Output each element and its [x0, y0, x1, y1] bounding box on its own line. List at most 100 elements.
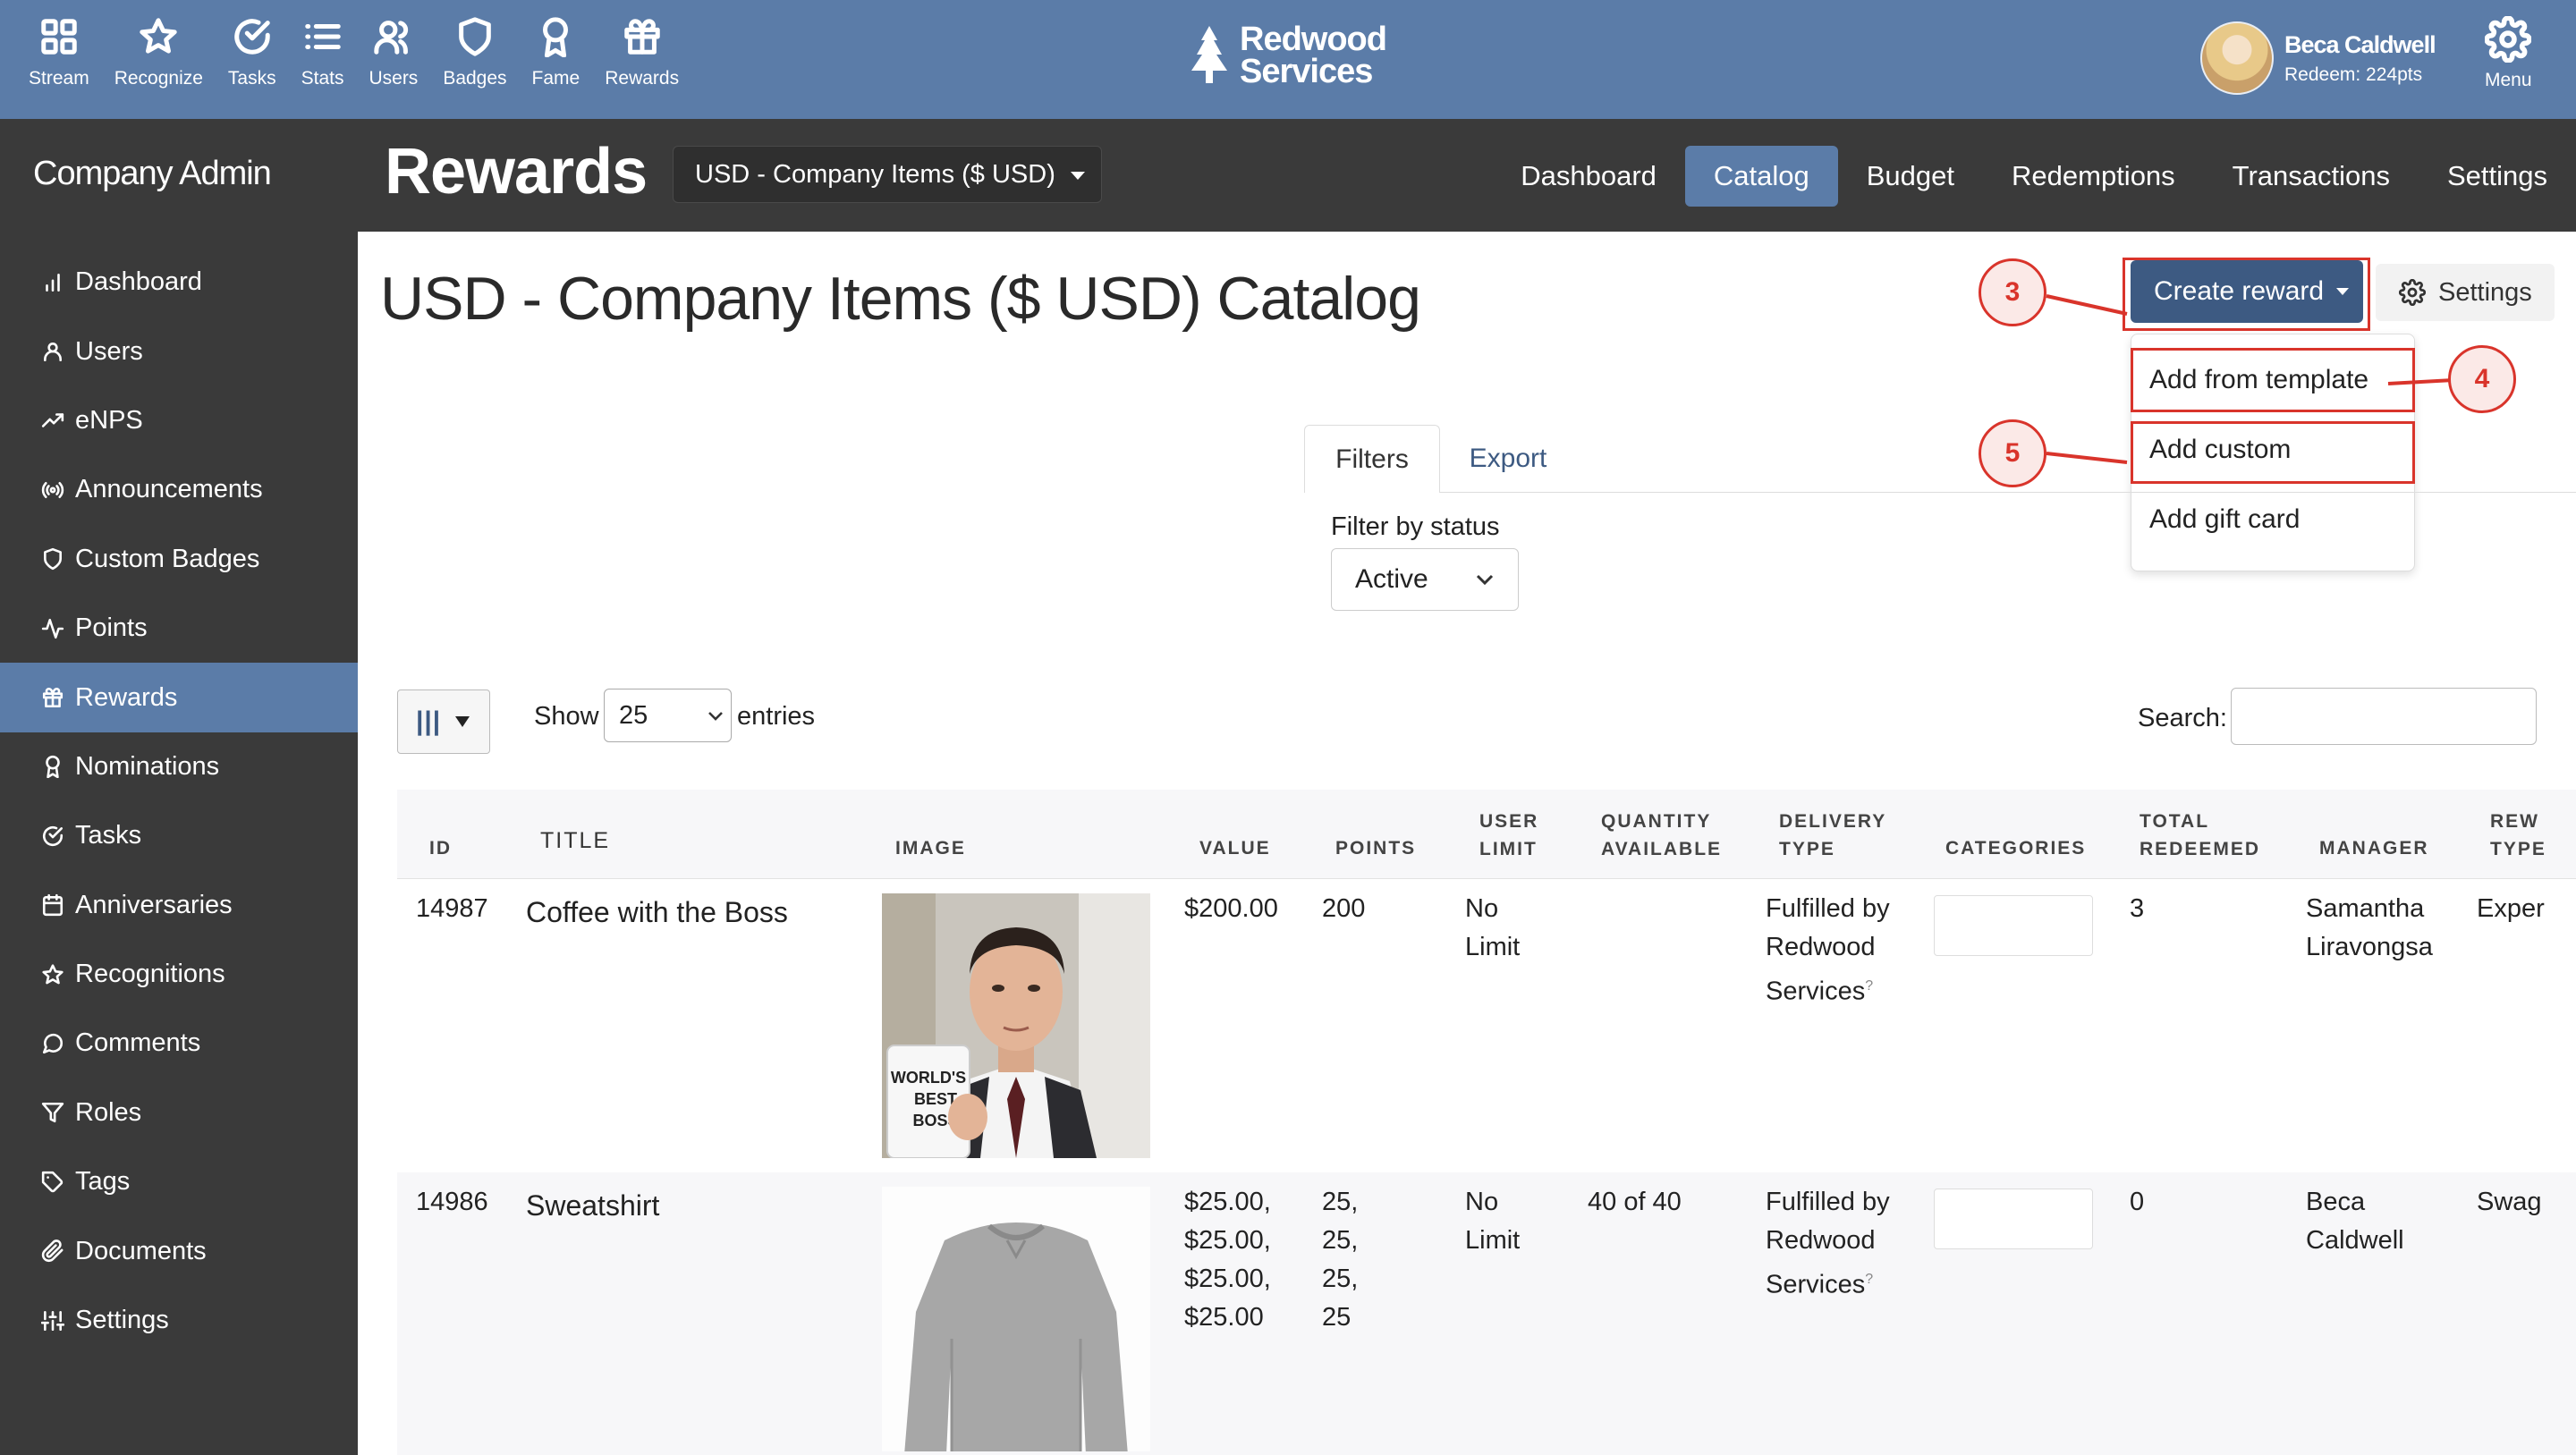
- col-header-title[interactable]: TITLE: [540, 827, 610, 855]
- tab-redemptions[interactable]: Redemptions: [1983, 146, 2204, 207]
- sidebar-list: Dashboard Users eNPS Announcements Custo…: [0, 248, 358, 1355]
- sidebar-item-comments[interactable]: Comments: [0, 1009, 358, 1078]
- topnav-label: Rewards: [605, 68, 680, 89]
- topnav-label: Tasks: [227, 68, 276, 89]
- col-header-delivery-type[interactable]: DELIVERY TYPE: [1779, 808, 1886, 863]
- topnav-fame[interactable]: Fame: [520, 16, 593, 106]
- sidebar-item-anniversaries[interactable]: Anniversaries: [0, 871, 358, 940]
- cell-total-redeemed: 3: [2130, 894, 2145, 923]
- tab-dashboard[interactable]: Dashboard: [1492, 146, 1685, 207]
- topnav-stream[interactable]: Stream: [16, 16, 102, 106]
- bar-chart-icon: [46, 273, 60, 292]
- tree-icon: [1191, 26, 1227, 83]
- sidebar-item-documents[interactable]: Documents: [0, 1216, 358, 1285]
- tab-export[interactable]: Export: [1440, 425, 1576, 493]
- brand-name-line2: Services: [1240, 53, 1373, 90]
- col-header-value[interactable]: VALUE: [1199, 834, 1271, 862]
- main-content: USD - Company Items ($ USD) Catalog Crea…: [358, 232, 2576, 1455]
- star-icon: [140, 18, 177, 54]
- search-input[interactable]: [2231, 688, 2537, 745]
- col-header-user-limit[interactable]: USER LIMIT: [1479, 808, 1538, 863]
- sidebar-item-announcements[interactable]: Announcements: [0, 455, 358, 524]
- menu-button[interactable]: Menu: [2485, 16, 2532, 91]
- sidebar-item-nominations[interactable]: Nominations: [0, 732, 358, 801]
- col-header-points[interactable]: POINTS: [1335, 834, 1416, 862]
- gift-icon: [623, 19, 660, 55]
- search-label: Search:: [2138, 704, 2227, 732]
- topnav-users[interactable]: Users: [356, 16, 430, 106]
- sidebar-item-rewards[interactable]: Rewards: [0, 663, 358, 732]
- topnav-tasks[interactable]: Tasks: [216, 16, 289, 106]
- sidebar-item-label: eNPS: [75, 405, 143, 435]
- cell-title[interactable]: Coffee with the Boss: [526, 893, 788, 932]
- topnav-recognize[interactable]: Recognize: [102, 16, 216, 106]
- entries-label: entries: [737, 702, 816, 731]
- col-header-id[interactable]: ID: [429, 834, 452, 862]
- callout-3: 3: [1979, 258, 2046, 326]
- reward-image-sweatshirt[interactable]: [882, 1187, 1150, 1451]
- table-row[interactable]: 14986 Sweatshirt $25.00, $25.00, $25.00,…: [397, 1172, 2576, 1455]
- sidebar-item-roles[interactable]: Roles: [0, 1079, 358, 1147]
- help-icon[interactable]: ?: [1865, 1272, 1873, 1287]
- table-row[interactable]: 14987 Coffee with the Boss WORLD'S BEST …: [397, 879, 2576, 1172]
- help-icon[interactable]: ?: [1865, 978, 1873, 994]
- catalog-settings-button[interactable]: Settings: [2376, 264, 2555, 321]
- topnav-badges[interactable]: Badges: [430, 16, 519, 106]
- sidebar-item-tasks[interactable]: Tasks: [0, 801, 358, 870]
- cell-points: 25, 25, 25, 25: [1322, 1188, 1359, 1332]
- catalog-select[interactable]: USD - Company Items ($ USD): [673, 146, 1102, 203]
- entries-select[interactable]: 25: [604, 689, 732, 742]
- broadcast-icon: [41, 481, 64, 498]
- sidebar-item-label: Tasks: [75, 821, 142, 850]
- col-header-quantity[interactable]: QUANTITY AVAILABLE: [1601, 808, 1722, 863]
- sidebar-item-custom-badges[interactable]: Custom Badges: [0, 525, 358, 594]
- add-gift-card-item[interactable]: Add gift card: [2131, 488, 2416, 551]
- cell-points: 200: [1322, 894, 1366, 923]
- cell-categories[interactable]: [1934, 1189, 2093, 1249]
- brand-logo[interactable]: Redwood Services: [1188, 22, 1387, 90]
- col-header-total-redeemed[interactable]: TOTAL REDEEMED: [2140, 808, 2260, 863]
- avatar[interactable]: [2200, 21, 2274, 95]
- grid-icon: [41, 19, 77, 55]
- col-header-categories[interactable]: CATEGORIES: [1945, 834, 2086, 862]
- topnav-rewards[interactable]: Rewards: [592, 16, 691, 106]
- cell-categories[interactable]: [1934, 895, 2093, 956]
- table-header: ID TITLE IMAGE VALUE POINTS USER LIMIT Q…: [397, 790, 2576, 879]
- cell-delivery-type: Fulfilled by Redwood Services?: [1766, 890, 1890, 1011]
- cell-title[interactable]: Sweatshirt: [526, 1187, 659, 1225]
- status-select[interactable]: Active: [1331, 548, 1519, 611]
- sidebar-item-points[interactable]: Points: [0, 594, 358, 663]
- sidebar-item-enps[interactable]: eNPS: [0, 386, 358, 455]
- topnav-label: Badges: [443, 68, 507, 89]
- col-header-image[interactable]: IMAGE: [895, 834, 966, 862]
- tab-budget[interactable]: Budget: [1838, 146, 1983, 207]
- sidebar-item-recognitions[interactable]: Recognitions: [0, 940, 358, 1009]
- user-name: Beca Caldwell: [2284, 30, 2436, 58]
- cell-manager: Beca Caldwell: [2306, 1188, 2404, 1255]
- sidebar-item-tags[interactable]: Tags: [0, 1147, 358, 1216]
- sidebar-item-users[interactable]: Users: [0, 317, 358, 385]
- caret-down-icon: [1071, 172, 1085, 180]
- col-header-reward-type[interactable]: REW TYPE: [2490, 808, 2546, 863]
- topnav-label: Stream: [29, 68, 89, 89]
- tab-transactions[interactable]: Transactions: [2204, 146, 2419, 207]
- column-visibility-button[interactable]: |||: [397, 689, 490, 754]
- sidebar-item-label: Custom Badges: [75, 544, 260, 573]
- tab-catalog[interactable]: Catalog: [1684, 146, 1838, 207]
- status-select-value: Active: [1355, 564, 1428, 594]
- col-header-manager[interactable]: MANAGER: [2319, 834, 2429, 862]
- coffee-boss-image: WORLD'S BEST BOSS: [882, 893, 1150, 1158]
- cell-reward-type: Swag: [2477, 1188, 2542, 1216]
- mug-text-1: WORLD'S: [891, 1069, 966, 1087]
- award-icon: [46, 756, 60, 779]
- user-profile[interactable]: Beca Caldwell Redeem: 224pts: [2200, 21, 2436, 95]
- tab-settings[interactable]: Settings: [2419, 146, 2576, 207]
- sidebar-item-dashboard[interactable]: Dashboard: [0, 248, 358, 317]
- sidebar-item-label: Anniversaries: [75, 890, 233, 919]
- activity-icon: [41, 618, 64, 639]
- cell-value: $25.00, $25.00, $25.00, $25.00: [1184, 1188, 1271, 1332]
- reward-image-coffee[interactable]: WORLD'S BEST BOSS: [882, 893, 1150, 1158]
- tab-filters[interactable]: Filters: [1304, 425, 1440, 493]
- sidebar-item-settings[interactable]: Settings: [0, 1286, 358, 1355]
- topnav-stats[interactable]: Stats: [289, 16, 357, 106]
